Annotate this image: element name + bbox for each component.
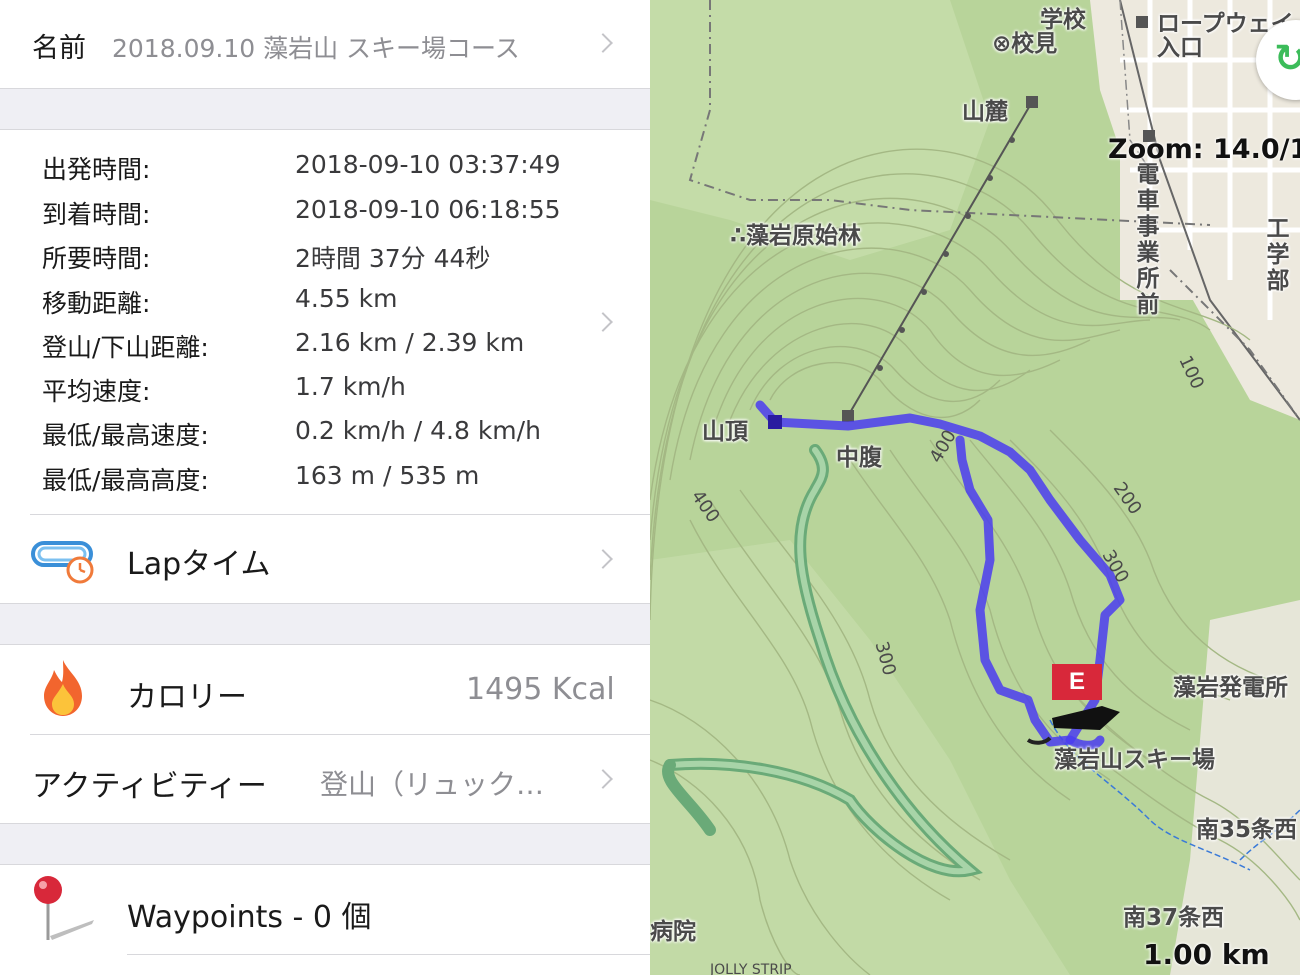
map-label-minami35: 南35条西 xyxy=(1196,817,1298,843)
name-row[interactable]: 名前 2018.09.10 藻岩山 スキー場コース xyxy=(0,0,650,88)
activity-row[interactable]: アクティビティー 登山（リュック… xyxy=(0,735,650,823)
chevron-right-icon xyxy=(593,33,613,53)
activity-label: アクティビティー xyxy=(32,769,267,804)
waypoints-label: Waypoints - 0 個 xyxy=(127,900,372,935)
map-label-bottom-text: JOLLY STRIP xyxy=(710,962,792,975)
section-separator xyxy=(0,88,650,130)
stat-label-distance: 移動距離: xyxy=(42,289,151,318)
flame-icon xyxy=(38,658,88,718)
waypoints-row[interactable]: Waypoints - 0 個 xyxy=(0,866,650,954)
map-label-kougaku: 工学部 xyxy=(1266,216,1290,294)
map-label-hospital: 病院 xyxy=(650,919,696,945)
section-separator xyxy=(0,823,650,865)
stat-value-departure: 2018-09-10 03:37:49 xyxy=(295,150,561,179)
map-label-summit: 山頂 xyxy=(702,419,748,445)
stat-label-arrival: 到着時間: xyxy=(42,200,151,229)
zoom-level-readout: Zoom: 14.0/19 xyxy=(1108,134,1300,165)
calorie-label: カロリー xyxy=(127,680,247,715)
track-detail-panel: 名前 2018.09.10 藻岩山 スキー場コース 出発時間: 2018-09-… xyxy=(0,0,650,975)
map-label-school2: ⊗校見 xyxy=(992,31,1058,57)
stat-value-avg-speed: 1.7 km/h xyxy=(295,372,406,401)
stat-label-duration: 所要時間: xyxy=(42,244,151,273)
lap-label: Lapタイム xyxy=(127,547,271,582)
calorie-row: カロリー 1495 Kcal xyxy=(0,646,650,734)
section-separator xyxy=(0,603,650,645)
stat-value-min-max-altitude: 163 m / 535 m xyxy=(295,461,480,490)
stats-section[interactable]: 出発時間: 2018-09-10 03:37:49 到着時間: 2018-09-… xyxy=(0,130,650,515)
refresh-icon: ↻ xyxy=(1274,36,1300,80)
stat-value-duration: 2時間 37分 44秒 xyxy=(295,244,491,273)
divider xyxy=(127,954,650,955)
stat-value-min-max-speed: 0.2 km/h / 4.8 km/h xyxy=(295,416,541,445)
stat-value-up-down-distance: 2.16 km / 2.39 km xyxy=(295,328,525,357)
map-label-sanroku: 山麓 xyxy=(962,99,1008,125)
stat-value-arrival: 2018-09-10 06:18:55 xyxy=(295,195,561,224)
name-label: 名前 xyxy=(32,33,86,64)
calorie-value: 1495 Kcal xyxy=(466,672,615,707)
pin-icon xyxy=(28,874,98,950)
map-label-power-station: 藻岩発電所 xyxy=(1173,675,1288,701)
route-map[interactable]: 学校 ⊗校見 ロープウェイ 入口 山麓 ∴藻岩原始林 電車事業所前 工学部 山頂… xyxy=(650,0,1300,975)
map-label-minami37: 南37条西 xyxy=(1123,905,1225,931)
map-label-chufuku: 中腹 xyxy=(836,445,882,471)
chevron-right-icon xyxy=(593,312,613,332)
stat-label-departure: 出発時間: xyxy=(42,155,151,184)
stat-label-min-max-speed: 最低/最高速度: xyxy=(42,421,209,450)
chevron-right-icon xyxy=(593,549,613,569)
map-label-ski-area: 藻岩山スキー場 xyxy=(1054,747,1215,773)
map-scale-label: 1.00 km xyxy=(1143,938,1270,971)
name-value: 2018.09.10 藻岩山 スキー場コース xyxy=(112,34,520,63)
chevron-right-icon xyxy=(593,769,613,789)
end-flag-marker[interactable]: E xyxy=(1052,664,1102,700)
lap-stopwatch-icon xyxy=(30,537,96,585)
map-label-densha: 電車事業所前 xyxy=(1136,162,1160,318)
stat-value-distance: 4.55 km xyxy=(295,284,398,313)
stat-label-min-max-altitude: 最低/最高高度: xyxy=(42,466,209,495)
lap-row[interactable]: Lapタイム xyxy=(0,515,650,603)
map-label-moiwa-forest: ∴藻岩原始林 xyxy=(730,223,862,249)
stat-label-up-down-distance: 登山/下山距離: xyxy=(42,333,209,362)
map-label-ropeway-entrance: 入口 xyxy=(1157,35,1203,61)
activity-value: 登山（リュック… xyxy=(320,768,545,801)
stat-label-avg-speed: 平均速度: xyxy=(42,377,151,406)
